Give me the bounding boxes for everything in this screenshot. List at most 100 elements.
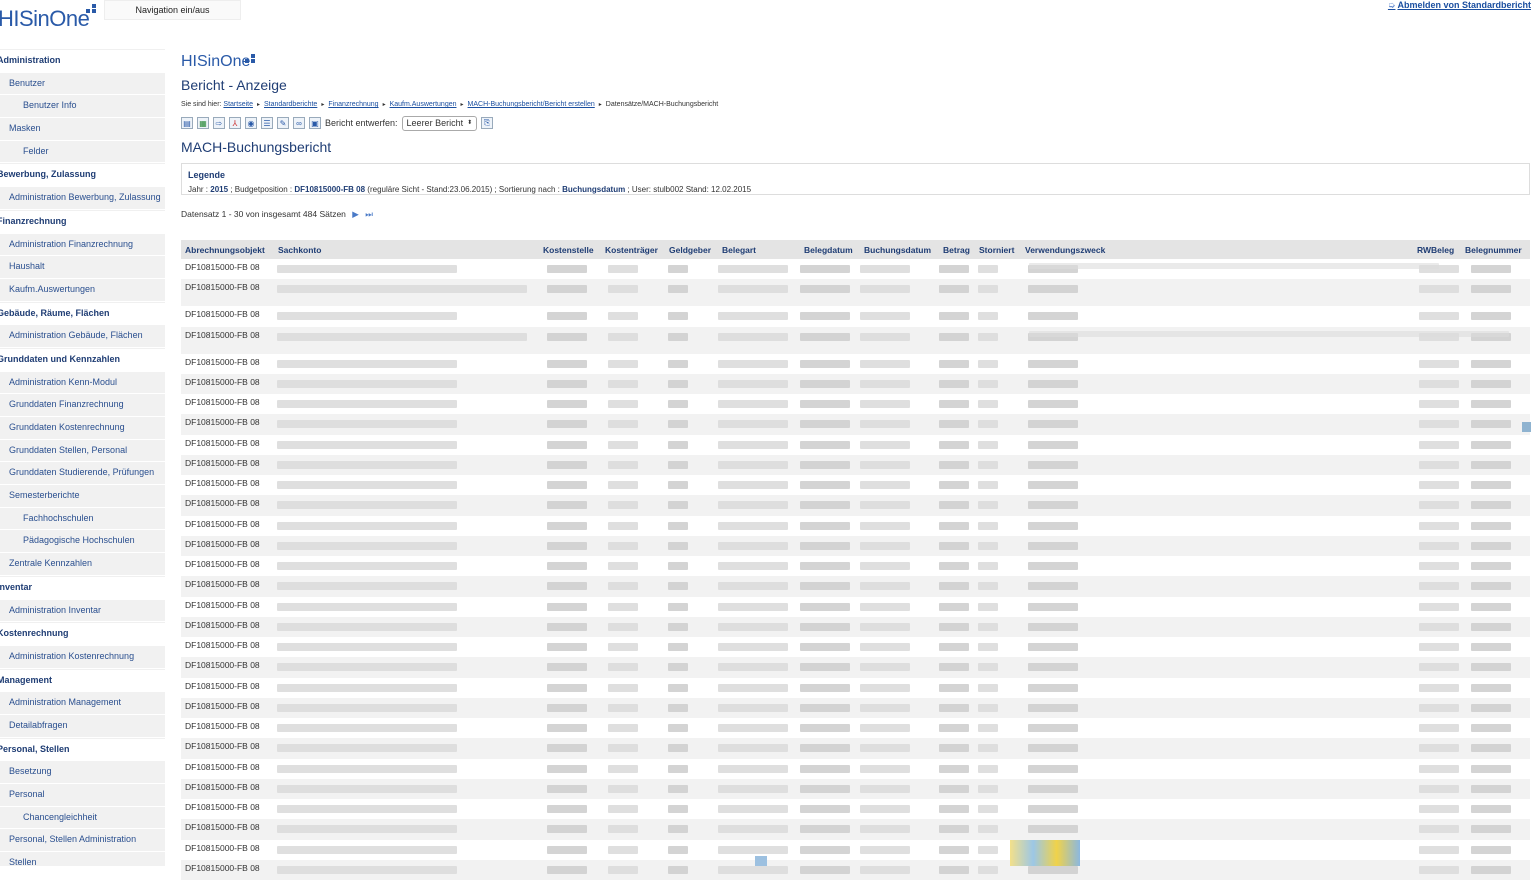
table-row[interactable]: DF10815000-FB 08 bbox=[181, 839, 1530, 860]
column-header[interactable]: Verwendungszweck bbox=[1025, 245, 1105, 255]
draft-select[interactable]: Leerer Bericht ⬍ bbox=[401, 115, 478, 131]
table-row[interactable]: DF10815000-FB 08 bbox=[181, 259, 1530, 280]
table-row[interactable]: DF10815000-FB 08 bbox=[181, 637, 1530, 658]
sidebar-section-header[interactable]: Kostenrechnung bbox=[0, 622, 165, 646]
table-row[interactable]: DF10815000-FB 08 bbox=[181, 778, 1530, 799]
table-row[interactable]: DF10815000-FB 08 bbox=[181, 677, 1530, 698]
table-row[interactable]: DF10815000-FB 08 bbox=[181, 414, 1530, 435]
sidebar-item[interactable]: Detailabfragen bbox=[0, 714, 165, 738]
sidebar-section-header[interactable]: Gebäude, Räume, Flächen bbox=[0, 301, 165, 326]
breadcrumb-link[interactable]: Kaufm.Auswertungen bbox=[390, 101, 457, 108]
sidebar-item[interactable]: Fachhochschulen bbox=[0, 507, 165, 531]
export-icon[interactable]: ⇨ bbox=[213, 117, 225, 129]
info-icon[interactable]: ◉ bbox=[245, 117, 257, 129]
sidebar-item[interactable]: Administration Finanzrechnung bbox=[0, 233, 165, 257]
table-row[interactable]: DF10815000-FB 08 bbox=[181, 454, 1530, 475]
table-row[interactable]: DF10815000-FB 08 bbox=[181, 657, 1530, 678]
breadcrumb-link[interactable]: Standardberichte bbox=[264, 101, 317, 108]
excel-icon[interactable]: ▤ bbox=[181, 117, 193, 129]
column-header[interactable]: Betrag bbox=[943, 245, 970, 255]
sidebar-item[interactable]: Personal bbox=[0, 784, 165, 807]
table-row[interactable]: DF10815000-FB 08 bbox=[181, 535, 1530, 556]
breadcrumb-link[interactable]: MACH-Buchungsbericht/Bericht erstellen bbox=[468, 101, 595, 108]
table-row[interactable]: DF10815000-FB 08 bbox=[181, 373, 1530, 394]
sidebar-item[interactable]: Chancengleichheit bbox=[0, 806, 165, 830]
sidebar-item[interactable]: Administration Gebäude, Flächen bbox=[0, 325, 165, 348]
sidebar-section-header[interactable]: Management bbox=[0, 668, 165, 693]
table-row[interactable]: DF10815000-FB 08 bbox=[181, 616, 1530, 637]
column-header[interactable]: Sachkonto bbox=[278, 245, 321, 255]
sidebar-item[interactable]: Benutzer bbox=[0, 72, 165, 96]
sidebar-section-header[interactable]: Finanzrechnung bbox=[0, 209, 165, 234]
sidebar-section-header[interactable]: Grunddaten und Kennzahlen bbox=[0, 347, 165, 372]
column-header[interactable]: Belegnummer bbox=[1465, 245, 1522, 255]
list-icon[interactable]: ☰ bbox=[261, 117, 273, 129]
table-row[interactable]: DF10815000-FB 08 bbox=[181, 859, 1530, 880]
scroll-indicator[interactable] bbox=[1522, 422, 1531, 432]
sidebar-item[interactable]: Grunddaten Kostenrechnung bbox=[0, 417, 165, 440]
sidebar-section-header[interactable]: Personal, Stellen bbox=[0, 737, 165, 762]
sidebar-item[interactable]: Masken bbox=[0, 118, 165, 141]
sidebar-section-header[interactable]: Administration bbox=[0, 49, 165, 73]
table-row[interactable]: DF10815000-FB 08 bbox=[181, 306, 1530, 327]
sidebar-item[interactable]: Grunddaten Studierende, Prüfungen bbox=[0, 462, 165, 486]
table-row[interactable]: DF10815000-FB 08 bbox=[181, 758, 1530, 779]
table-row[interactable]: DF10815000-FB 08 bbox=[181, 819, 1530, 840]
edit-icon[interactable]: ✎ bbox=[277, 117, 289, 129]
table-row[interactable]: DF10815000-FB 08 bbox=[181, 475, 1530, 496]
table-row[interactable]: DF10815000-FB 08 bbox=[181, 596, 1530, 617]
table-row[interactable]: DF10815000-FB 08 bbox=[181, 697, 1530, 718]
table-row[interactable]: DF10815000-FB 08 bbox=[181, 799, 1530, 820]
column-header[interactable]: Kostenträger bbox=[605, 245, 658, 255]
breadcrumb-link[interactable]: Finanzrechnung bbox=[328, 101, 378, 108]
column-header[interactable]: RWBeleg bbox=[1417, 245, 1454, 255]
sidebar-item[interactable]: Grunddaten Finanzrechnung bbox=[0, 394, 165, 417]
table-row[interactable]: DF10815000-FB 08 bbox=[181, 738, 1530, 759]
sidebar-item[interactable]: Stellen bbox=[0, 852, 165, 866]
table-row[interactable]: DF10815000-FB 08 bbox=[181, 353, 1530, 374]
column-header[interactable]: Geldgeber bbox=[669, 245, 711, 255]
column-header[interactable]: Kostenstelle bbox=[543, 245, 594, 255]
sidebar-item[interactable]: Pädagogische Hochschulen bbox=[0, 530, 165, 554]
sidebar-section-header[interactable]: Inventar bbox=[0, 575, 165, 600]
table-row[interactable]: DF10815000-FB 08 bbox=[181, 434, 1530, 455]
link-icon[interactable]: ∞ bbox=[293, 117, 305, 129]
sidebar-item[interactable]: Haushalt bbox=[0, 256, 165, 279]
next-page-icon[interactable]: ▶ bbox=[352, 209, 359, 219]
sidebar-item[interactable]: Semesterberichte bbox=[0, 485, 165, 508]
pdf-icon[interactable]: ⅄ bbox=[229, 117, 241, 129]
spreadsheet-icon[interactable]: ▦ bbox=[197, 117, 209, 129]
table-row[interactable]: DF10815000-FB 08 bbox=[181, 718, 1530, 739]
sidebar-item[interactable]: Zentrale Kennzahlen bbox=[0, 553, 165, 576]
last-page-icon[interactable]: ⏭ bbox=[365, 209, 373, 219]
print-icon[interactable]: ▣ bbox=[309, 117, 321, 129]
sidebar-item[interactable]: Administration Management bbox=[0, 692, 165, 715]
table-row[interactable]: DF10815000-FB 08 bbox=[181, 495, 1530, 516]
sidebar-item[interactable]: Administration Kostenrechnung bbox=[0, 645, 165, 669]
hisinone-logo[interactable]: HISinOne bbox=[0, 6, 90, 32]
sidebar-item[interactable]: Besetzung bbox=[0, 761, 165, 784]
column-header[interactable]: Storniert bbox=[979, 245, 1014, 255]
table-row[interactable]: DF10815000-FB 08 bbox=[181, 556, 1530, 577]
sidebar-item[interactable]: Administration Inventar bbox=[0, 599, 165, 623]
sidebar-item[interactable]: Grunddaten Stellen, Personal bbox=[0, 439, 165, 463]
table-row[interactable]: DF10815000-FB 08 bbox=[181, 279, 1530, 307]
sidebar-item[interactable]: Benutzer Info bbox=[0, 95, 165, 119]
nav-toggle-button[interactable]: Navigation ein/aus bbox=[104, 0, 241, 20]
sidebar-item[interactable]: Kaufm.Auswertungen bbox=[0, 278, 165, 302]
apply-report-icon[interactable]: ⎘ bbox=[481, 117, 494, 129]
sidebar-item[interactable]: Felder bbox=[0, 140, 165, 164]
sidebar-item[interactable]: Personal, Stellen Administration bbox=[0, 829, 165, 853]
logout-link[interactable]: ➭ Abmelden von Standardbericht bbox=[1388, 0, 1531, 11]
table-row[interactable]: DF10815000-FB 08 bbox=[181, 576, 1530, 597]
column-header[interactable]: Abrechnungsobjekt bbox=[185, 245, 265, 255]
table-row[interactable]: DF10815000-FB 08 bbox=[181, 394, 1530, 415]
column-header[interactable]: Belegart bbox=[722, 245, 756, 255]
table-row[interactable]: DF10815000-FB 08 bbox=[181, 515, 1530, 536]
column-header[interactable]: Buchungsdatum bbox=[864, 245, 931, 255]
column-header[interactable]: Belegdatum bbox=[804, 245, 853, 255]
sidebar-section-header[interactable]: Bewerbung, Zulassung bbox=[0, 163, 165, 188]
sidebar-item[interactable]: Administration Bewerbung, Zulassung bbox=[0, 187, 165, 210]
breadcrumb-link[interactable]: Startseite bbox=[223, 101, 253, 108]
sidebar-item[interactable]: Administration Kenn-Modul bbox=[0, 371, 165, 395]
